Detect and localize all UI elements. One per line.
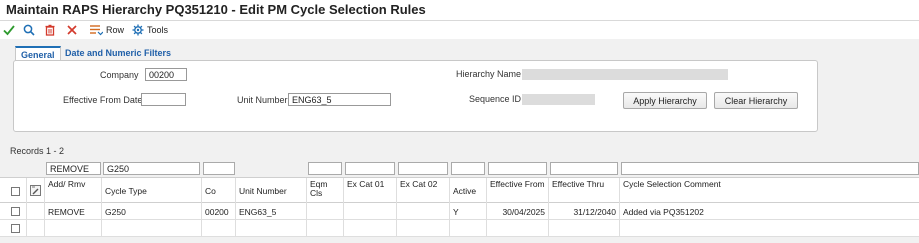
qbe-ex-cat-02-input[interactable] xyxy=(398,162,448,175)
effective-from-date-field[interactable] xyxy=(141,93,186,106)
records-count: Records 1 - 2 xyxy=(10,146,65,156)
table-row[interactable] xyxy=(0,220,919,237)
row-action-cell xyxy=(27,220,45,237)
tab-general[interactable]: General xyxy=(15,46,61,61)
col-header-cycle-type[interactable]: Cycle Type xyxy=(102,178,202,204)
hierarchy-name-value xyxy=(522,69,728,80)
col-header-cycle-selection-comment[interactable]: Cycle Selection Comment xyxy=(620,178,919,204)
cell-co[interactable]: 00200 xyxy=(202,203,236,220)
sequence-id-value xyxy=(522,94,595,105)
tools-menu-label[interactable]: Tools xyxy=(147,25,168,35)
cancel-close-icon[interactable] xyxy=(65,23,79,37)
apply-hierarchy-button[interactable]: Apply Hierarchy xyxy=(623,92,707,109)
row-action-cell xyxy=(27,203,45,220)
cell-active[interactable]: Y xyxy=(450,203,487,220)
cell-cycle-selection-comment[interactable] xyxy=(620,220,919,237)
col-header-ex-cat-02[interactable]: Ex Cat 02 xyxy=(397,178,450,204)
unit-number-field[interactable] xyxy=(288,93,391,106)
cell-add-rmv[interactable] xyxy=(45,220,102,237)
cell-effective-thru[interactable] xyxy=(549,220,620,237)
row-menu-label[interactable]: Row xyxy=(106,25,124,35)
clear-hierarchy-button[interactable]: Clear Hierarchy xyxy=(714,92,798,109)
ok-check-icon[interactable] xyxy=(2,23,16,37)
unit-number-label: Unit Number xyxy=(237,95,288,105)
cell-active[interactable] xyxy=(450,220,487,237)
col-header-effective-from[interactable]: Effective From xyxy=(487,178,549,204)
header-form-panel: Company Effective From Date Unit Number … xyxy=(13,60,818,132)
qbe-effective-from-input[interactable] xyxy=(488,162,547,175)
cell-eqm-cls[interactable] xyxy=(307,203,344,220)
qbe-ex-cat-01-input[interactable] xyxy=(345,162,395,175)
qbe-eqm-cls-input[interactable] xyxy=(308,162,342,175)
col-header-add-rmv[interactable]: Add/ Rmv xyxy=(45,178,102,204)
row-checkbox[interactable] xyxy=(11,207,20,216)
col-header-effective-thru[interactable]: Effective Thru xyxy=(549,178,620,204)
effective-from-date-label: Effective From Date xyxy=(63,95,143,105)
hierarchy-name-label: Hierarchy Name xyxy=(456,69,522,79)
row-checkbox[interactable] xyxy=(11,224,20,233)
cell-effective-from[interactable]: 30/04/2025 xyxy=(487,203,549,220)
row-action-icon[interactable] xyxy=(30,185,41,198)
table-row[interactable]: REMOVE G250 00200 ENG63_5 Y 30/04/2025 3… xyxy=(0,203,919,220)
page-title: Maintain RAPS Hierarchy PQ351210 - Edit … xyxy=(6,2,426,17)
cell-effective-from[interactable] xyxy=(487,220,549,237)
cell-co[interactable] xyxy=(202,220,236,237)
row-select-cell xyxy=(0,220,27,237)
qbe-comment-input[interactable] xyxy=(621,162,919,175)
tab-date-numeric-filters[interactable]: Date and Numeric Filters xyxy=(60,46,176,61)
cell-ex-cat-01[interactable] xyxy=(344,203,397,220)
col-header-co[interactable]: Co xyxy=(202,178,236,204)
cell-add-rmv[interactable]: REMOVE xyxy=(45,203,102,220)
col-header-active[interactable]: Active xyxy=(450,178,487,204)
detail-grid: Records 1 - 2 Add/ Rmv Cycle Type Co Uni… xyxy=(0,143,919,243)
row-menu-icon[interactable] xyxy=(89,23,103,37)
cell-cycle-type[interactable]: G250 xyxy=(102,203,202,220)
cell-ex-cat-01[interactable] xyxy=(344,220,397,237)
qbe-add-rmv-input[interactable] xyxy=(46,162,101,175)
col-header-unit-number[interactable]: Unit Number xyxy=(236,178,307,204)
company-field[interactable] xyxy=(145,68,187,81)
qbe-co-input[interactable] xyxy=(203,162,235,175)
select-all-checkbox[interactable] xyxy=(11,187,20,196)
company-label: Company xyxy=(100,70,139,80)
cell-cycle-selection-comment[interactable]: Added via PQ351202 xyxy=(620,203,919,220)
cell-ex-cat-02[interactable] xyxy=(397,203,450,220)
header-row-action-cell xyxy=(27,178,45,204)
sequence-id-label: Sequence ID xyxy=(469,94,522,104)
qbe-active-input[interactable] xyxy=(451,162,485,175)
cell-cycle-type[interactable] xyxy=(102,220,202,237)
grid-header-row: Add/ Rmv Cycle Type Co Unit Number Eqm C… xyxy=(0,177,919,204)
col-header-eqm-cls[interactable]: Eqm Cls xyxy=(307,178,344,204)
search-icon[interactable] xyxy=(22,23,36,37)
cell-unit-number[interactable] xyxy=(236,220,307,237)
tools-gear-icon[interactable] xyxy=(131,23,145,37)
delete-trash-icon[interactable] xyxy=(43,23,57,37)
cell-ex-cat-02[interactable] xyxy=(397,220,450,237)
col-header-ex-cat-01[interactable]: Ex Cat 01 xyxy=(344,178,397,204)
qbe-effective-thru-input[interactable] xyxy=(550,162,618,175)
cell-eqm-cls[interactable] xyxy=(307,220,344,237)
row-select-cell xyxy=(0,203,27,220)
toolbar: Row Tools xyxy=(0,21,919,39)
header-select-cell xyxy=(0,178,27,204)
cell-effective-thru[interactable]: 31/12/2040 xyxy=(549,203,620,220)
cell-unit-number[interactable]: ENG63_5 xyxy=(236,203,307,220)
qbe-cycle-type-input[interactable] xyxy=(103,162,200,175)
